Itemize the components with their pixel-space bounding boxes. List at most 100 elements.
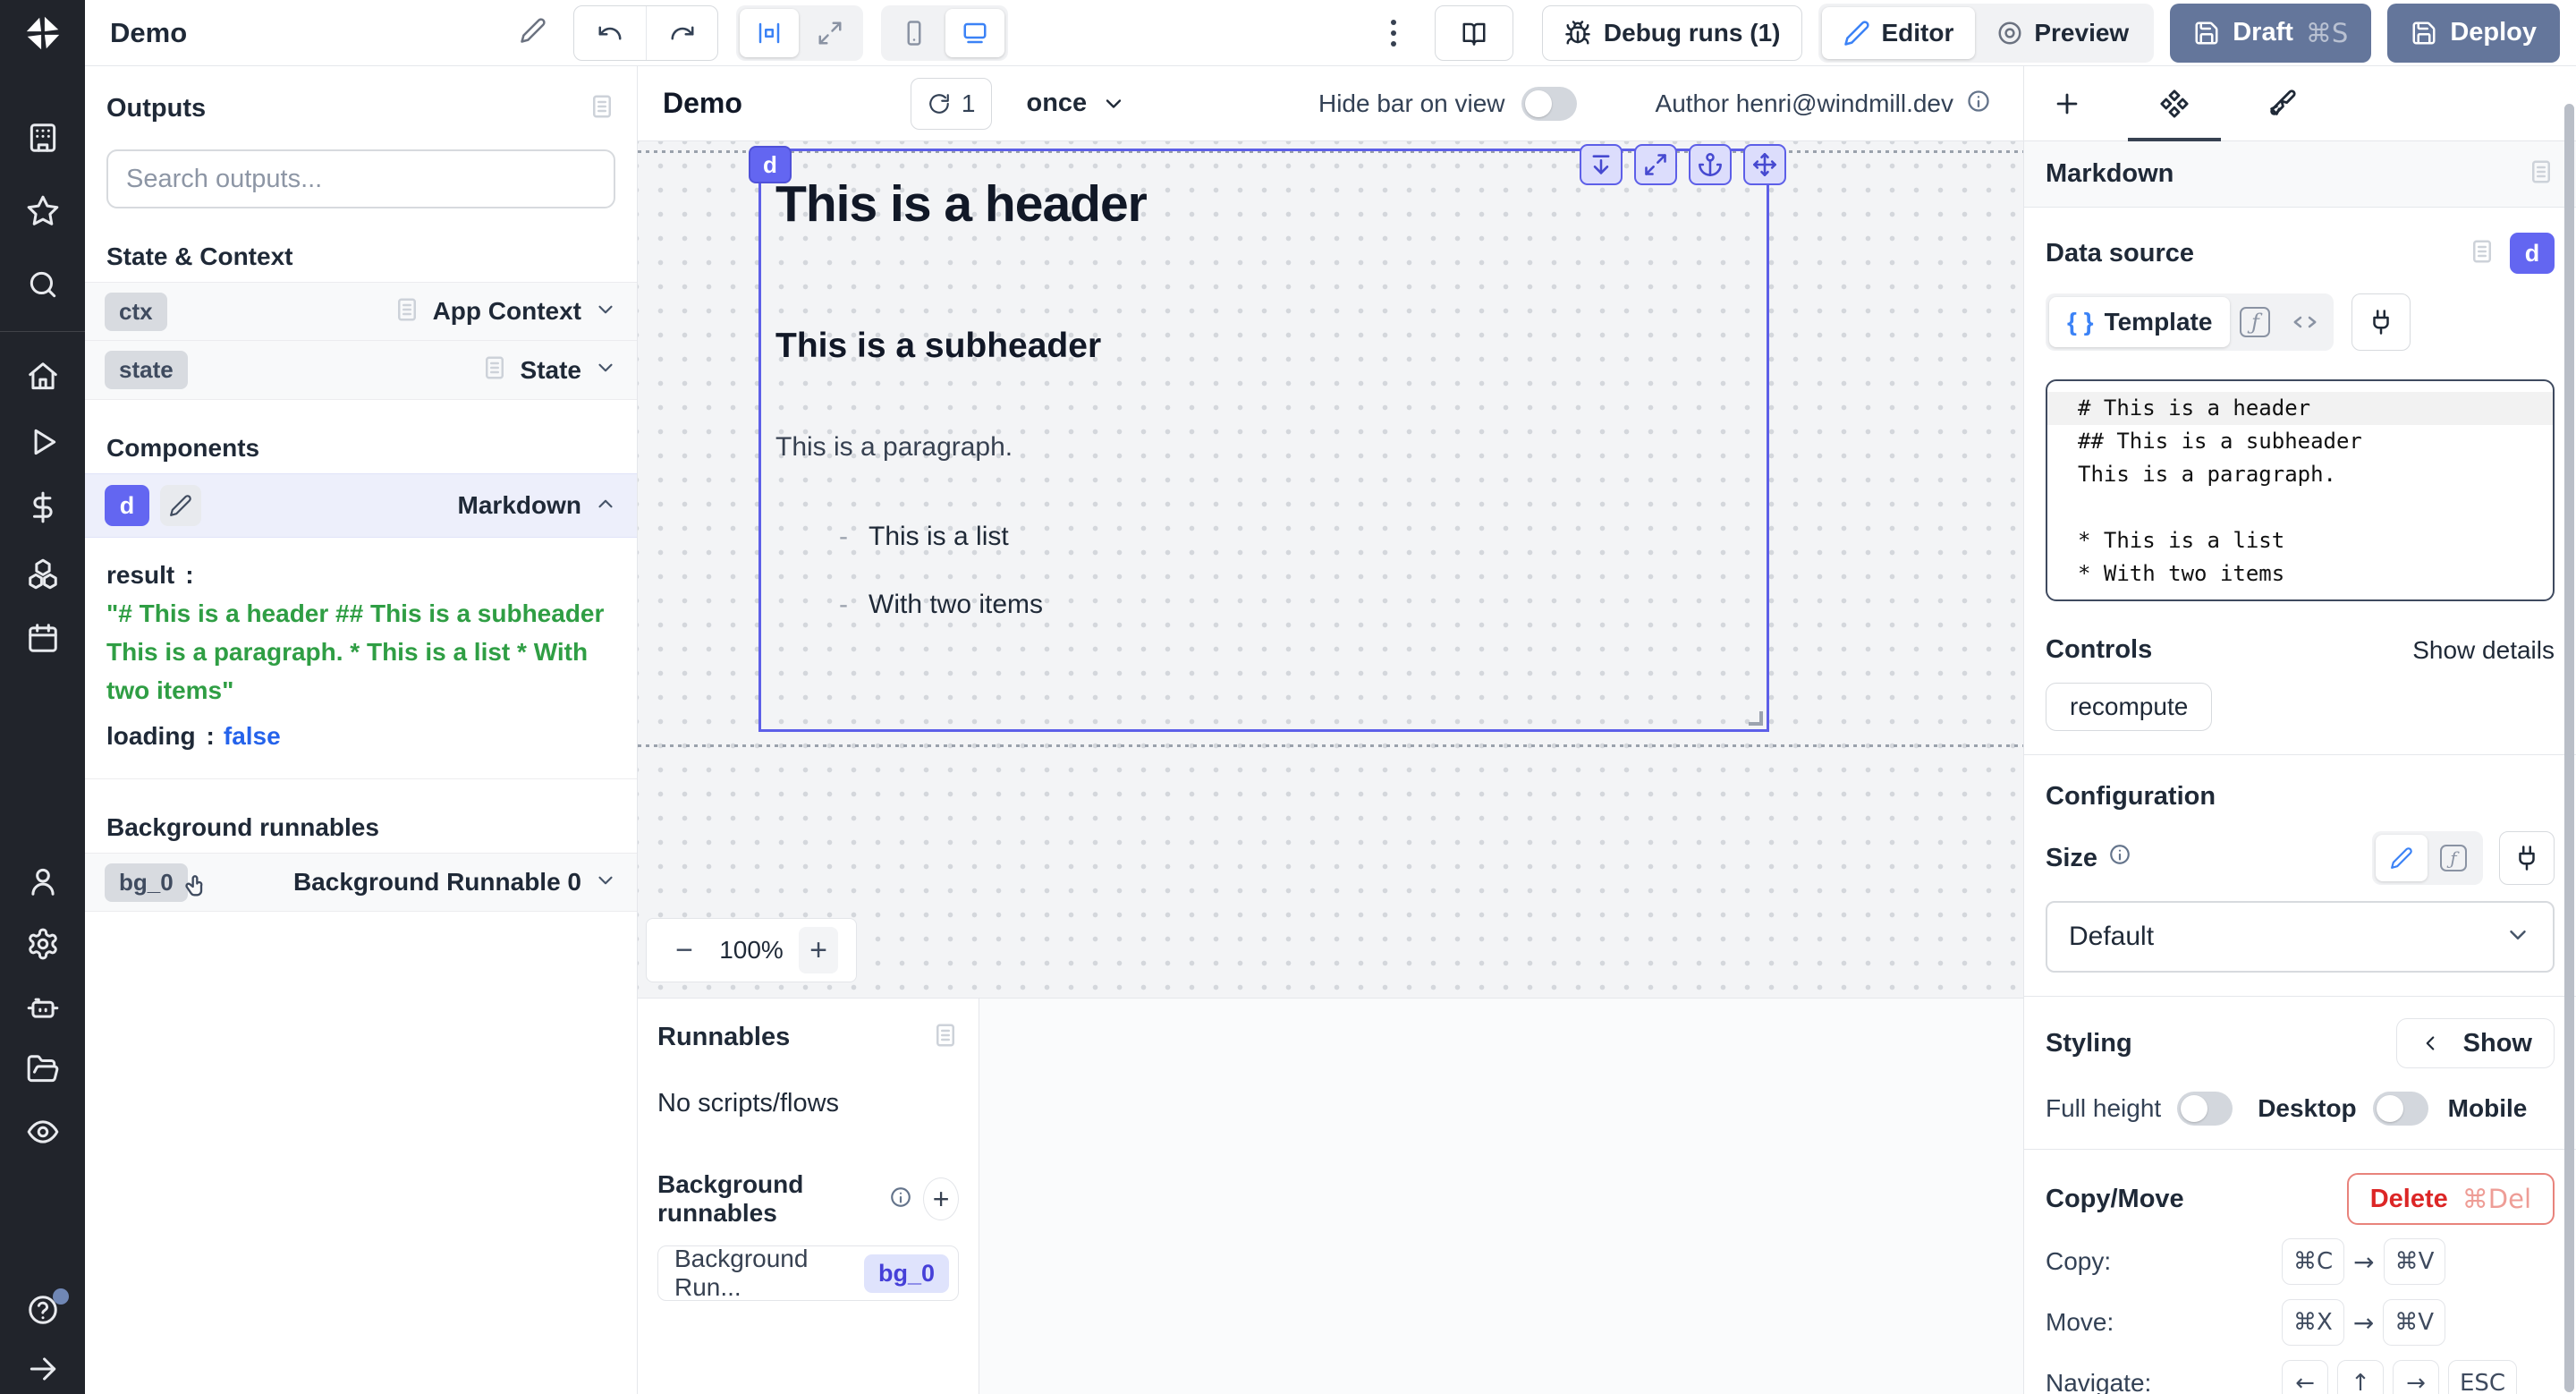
bg0-row[interactable]: bg_0 Background Runnable 0 xyxy=(85,853,637,912)
deploy-button[interactable]: Deploy xyxy=(2387,4,2560,63)
app-canvas[interactable]: d This is a header This is a subheader T… xyxy=(638,141,2023,998)
loading-key[interactable]: loading xyxy=(106,722,196,750)
center-canvas-button[interactable] xyxy=(740,9,799,57)
full-height-toggle[interactable] xyxy=(2177,1092,2233,1126)
code-line[interactable] xyxy=(2047,491,2553,524)
collapse-sidebar-icon[interactable] xyxy=(19,1351,67,1387)
template-code-editor[interactable]: # This is a header ## This is a subheade… xyxy=(2046,379,2555,601)
favorites-icon[interactable] xyxy=(19,193,67,229)
template-mode-button[interactable]: { } Template xyxy=(2049,297,2230,347)
home-icon[interactable] xyxy=(19,359,67,395)
component-d-row[interactable]: d Markdown xyxy=(85,473,637,538)
connect-plug-button[interactable] xyxy=(2499,831,2555,885)
expand-down-icon[interactable] xyxy=(1580,144,1623,185)
inspector-scrollbar[interactable] xyxy=(2564,104,2574,1392)
ctx-id-chip[interactable]: ctx xyxy=(105,293,167,331)
code-line[interactable]: * This is a list xyxy=(2047,524,2553,557)
panel-doc-icon[interactable] xyxy=(932,1022,959,1053)
variables-icon[interactable] xyxy=(19,489,67,525)
chevron-down-icon[interactable] xyxy=(594,298,617,326)
code-line[interactable]: ## This is a subheader xyxy=(2047,425,2553,458)
chevron-down-icon[interactable] xyxy=(594,356,617,384)
state-id-chip[interactable]: state xyxy=(105,351,188,389)
tab-insert-component[interactable] xyxy=(2047,67,2087,140)
zoom-in-button[interactable]: + xyxy=(799,927,838,973)
connect-plug-button[interactable] xyxy=(2351,293,2411,351)
panel-doc-icon[interactable] xyxy=(2528,158,2555,190)
canvas-zoom-control: − 100% + xyxy=(646,918,857,982)
refresh-icon xyxy=(928,92,951,115)
code-line[interactable]: This is a paragraph. xyxy=(2047,458,2553,491)
recompute-button[interactable]: recompute xyxy=(2046,683,2212,731)
result-value[interactable]: "# This is a header ## This is a subhead… xyxy=(106,594,615,710)
workers-bot-icon[interactable] xyxy=(19,989,67,1024)
desktop-toggle[interactable] xyxy=(2373,1092,2428,1126)
undo-button[interactable] xyxy=(574,6,646,60)
search-icon[interactable] xyxy=(19,267,67,302)
refresh-count-button[interactable]: 1 xyxy=(911,78,993,130)
function-mode-button[interactable]: ƒ xyxy=(2230,297,2280,347)
styling-show-button[interactable]: Show xyxy=(2396,1018,2555,1068)
resize-handle[interactable] xyxy=(1749,711,1763,726)
component-id-badge[interactable]: d xyxy=(105,485,149,526)
debug-runs-button[interactable]: Debug runs (1) xyxy=(1542,5,1803,61)
delete-component-button[interactable]: Delete ⌘Del xyxy=(2347,1173,2555,1225)
desktop-view-button[interactable] xyxy=(945,9,1004,57)
search-outputs-input[interactable] xyxy=(126,165,596,194)
markdown-component-selected[interactable]: d This is a header This is a subheader T… xyxy=(758,149,1769,732)
redo-button[interactable] xyxy=(646,6,717,60)
chevron-up-icon[interactable] xyxy=(594,492,617,520)
rename-app-pencil-icon[interactable] xyxy=(520,17,547,48)
bg0-id-chip[interactable]: bg_0 xyxy=(105,863,188,902)
fullwidth-canvas-button[interactable] xyxy=(801,9,860,57)
bg-runnable-card[interactable]: Background Run... bg_0 xyxy=(657,1245,959,1301)
schedules-icon[interactable] xyxy=(19,620,67,656)
info-icon[interactable] xyxy=(1966,89,1991,118)
more-menu-kebab-icon[interactable] xyxy=(1376,20,1411,47)
audit-eye-icon[interactable] xyxy=(19,1114,67,1150)
outputs-search[interactable] xyxy=(106,149,615,208)
hide-bar-toggle[interactable] xyxy=(1521,87,1577,121)
editor-tab[interactable]: Editor xyxy=(1822,7,1975,59)
code-mode-button[interactable] xyxy=(2280,297,2330,347)
zoom-out-button[interactable]: − xyxy=(665,933,704,968)
component-tag-badge[interactable]: d xyxy=(749,146,792,183)
code-line[interactable]: * With two items xyxy=(2047,557,2553,591)
run-mode-value: once xyxy=(1026,89,1087,118)
folders-icon[interactable] xyxy=(19,1051,67,1087)
show-details-link[interactable]: Show details xyxy=(2412,636,2555,665)
runs-icon[interactable] xyxy=(19,424,67,460)
ctx-row[interactable]: ctx App Context xyxy=(85,282,637,341)
panel-doc-icon[interactable] xyxy=(589,93,615,124)
mobile-view-button[interactable] xyxy=(885,9,944,57)
docs-book-button[interactable] xyxy=(1435,5,1513,61)
resources-icon[interactable] xyxy=(19,555,67,591)
size-select[interactable]: Default xyxy=(2046,901,2555,973)
data-source-mode-row: { } Template ƒ xyxy=(2046,293,2555,351)
tab-global-styling[interactable] xyxy=(2262,67,2301,140)
user-icon[interactable] xyxy=(19,863,67,899)
windmill-logo[interactable] xyxy=(0,0,85,66)
settings-gear-icon[interactable] xyxy=(19,926,67,962)
data-source-component-badge[interactable]: d xyxy=(2510,233,2555,274)
preview-tab[interactable]: Preview xyxy=(1975,7,2150,59)
chevron-down-icon[interactable] xyxy=(594,869,617,897)
controls-heading: Controls xyxy=(2046,635,2152,665)
result-key[interactable]: result xyxy=(106,561,174,589)
state-row[interactable]: state State xyxy=(85,341,637,400)
run-mode-dropdown[interactable]: once xyxy=(1026,89,1126,118)
edit-id-pencil-icon[interactable] xyxy=(160,485,201,526)
info-icon xyxy=(2108,843,2131,873)
move-icon[interactable] xyxy=(1743,144,1786,185)
size-static-pencil-button[interactable] xyxy=(2376,835,2428,881)
kbd-esc: ESC xyxy=(2448,1360,2517,1394)
tab-component-settings[interactable] xyxy=(2155,67,2194,140)
workspace-icon[interactable] xyxy=(19,120,67,156)
draft-button[interactable]: Draft ⌘S xyxy=(2170,4,2371,63)
code-line[interactable]: # This is a header xyxy=(2047,392,2553,425)
anchor-icon[interactable] xyxy=(1689,144,1732,185)
add-background-runnable-button[interactable]: + xyxy=(923,1177,959,1220)
fullscreen-icon[interactable] xyxy=(1634,144,1677,185)
size-function-button[interactable]: ƒ xyxy=(2428,835,2479,881)
help-icon[interactable] xyxy=(19,1292,67,1328)
